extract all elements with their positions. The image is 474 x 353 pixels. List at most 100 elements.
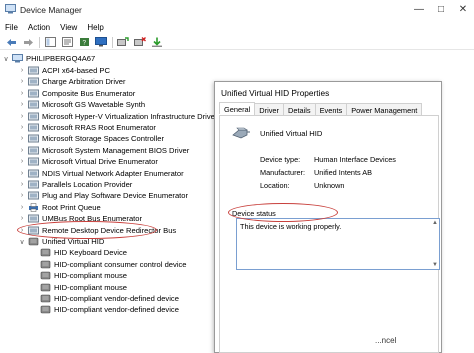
tree-item-label: Microsoft System Management BIOS Driver	[42, 145, 190, 155]
dialog-title: Unified Virtual HID Properties	[221, 88, 330, 98]
expand-chevron-icon[interactable]: ›	[18, 147, 26, 154]
update-driver-icon	[117, 37, 129, 46]
uninstall-device-button[interactable]	[133, 36, 147, 49]
toolbar: ?	[0, 35, 474, 50]
collapse-chevron-icon[interactable]: ∨	[18, 238, 26, 246]
tree-view-icon	[44, 37, 56, 47]
expand-chevron-icon[interactable]: ›	[18, 192, 26, 199]
tree-child-item[interactable]: HID Keyboard Device	[30, 247, 127, 258]
hid-device-icon	[40, 249, 51, 257]
computer-icon	[12, 54, 23, 63]
tree-item[interactable]: › Microsoft System Management BIOS Driver	[18, 145, 189, 156]
tree-child-item[interactable]: HID-compliant mouse	[30, 282, 127, 293]
update-driver-button[interactable]	[116, 36, 130, 49]
expand-chevron-icon[interactable]: ›	[18, 181, 26, 188]
hid-device-icon	[40, 294, 51, 303]
tree-item[interactable]: › Microsoft Hyper-V Virtualization Infras…	[18, 111, 218, 122]
tree-item[interactable]: › NDIS Virtual Network Adapter Enumerator	[18, 168, 184, 179]
help-button[interactable]: ?	[77, 36, 91, 49]
general-tab-panel: Unified Virtual HID Device type: Human I…	[219, 115, 440, 353]
close-button[interactable]: ✕	[452, 0, 474, 19]
tree-child-item[interactable]: HID-compliant consumer control device	[30, 259, 187, 270]
tree-item-label: HID Keyboard Device	[54, 248, 128, 258]
print-queue-icon	[29, 203, 38, 212]
device-type-value: Human Interface Devices	[314, 155, 396, 164]
tree-item[interactable]: › Microsoft RRAS Root Enumerator	[18, 122, 156, 133]
expand-chevron-icon[interactable]: ›	[18, 78, 26, 85]
help-book-icon: ?	[79, 38, 89, 47]
tree-child-item[interactable]: HID-compliant mouse	[30, 270, 127, 281]
tree-child-item[interactable]: HID-compliant vendor-defined device	[30, 293, 179, 304]
scan-hardware-button[interactable]	[94, 36, 108, 49]
tree-item[interactable]: › Microsoft Storage Spaces Controller	[18, 133, 164, 144]
expand-chevron-icon[interactable]: ›	[18, 158, 26, 165]
scroll-down-icon[interactable]: ▼	[432, 262, 438, 268]
svg-text:?: ?	[82, 40, 86, 47]
system-device-icon	[28, 100, 39, 109]
maximize-button[interactable]: □	[430, 0, 452, 19]
tree-item[interactable]: › ACPI x64-based PC	[18, 65, 110, 76]
hid-device-icon	[40, 260, 51, 269]
collapse-chevron-icon[interactable]: ∨	[2, 55, 10, 63]
tab-strip: General Driver Details Events Power Mana…	[219, 102, 423, 115]
system-device-icon	[28, 214, 39, 223]
back-arrow-icon	[6, 38, 16, 46]
tree-item[interactable]: › Charge Arbitration Driver	[18, 76, 126, 87]
tree-item[interactable]: › Microsoft Virtual Drive Enumerator	[18, 156, 158, 167]
tree-item-label: PHILIPBERGQ4A67	[26, 54, 96, 63]
tab-events[interactable]: Events	[314, 103, 348, 115]
expand-chevron-icon[interactable]: ›	[18, 170, 26, 177]
system-device-icon	[28, 180, 39, 189]
menu-file[interactable]: File	[0, 21, 23, 34]
tab-driver[interactable]: Driver	[254, 103, 285, 115]
device-status-textbox[interactable]: This device is working properly. ▲ ▼	[236, 218, 440, 270]
tree-item[interactable]: › Composite Bus Enumerator	[18, 88, 135, 99]
forward-button[interactable]	[21, 36, 35, 49]
title-bar: Device Manager — □ ✕	[0, 0, 474, 19]
manufacturer-value: Unified Intents AB	[314, 168, 373, 177]
menu-help[interactable]: Help	[82, 21, 108, 34]
system-device-icon	[28, 157, 39, 166]
tree-root-computer[interactable]: ∨ PHILIPBERGQ4A67	[2, 53, 95, 64]
system-device-icon	[28, 89, 39, 98]
expand-chevron-icon[interactable]: ›	[18, 135, 26, 142]
minimize-button[interactable]: —	[408, 0, 430, 19]
tree-item-label: Microsoft RRAS Root Enumerator	[42, 123, 156, 132]
tree-item-label: HID-compliant vendor-defined device	[54, 294, 179, 303]
tree-item[interactable]: › Root Print Queue	[18, 202, 101, 213]
device-name: Unified Virtual HID	[260, 129, 323, 138]
properties-button[interactable]	[60, 36, 74, 49]
expand-chevron-icon[interactable]: ›	[18, 101, 26, 108]
tree-item[interactable]: › Microsoft GS Wavetable Synth	[18, 99, 145, 110]
expand-chevron-icon[interactable]: ›	[18, 215, 26, 222]
tab-general[interactable]: General	[219, 102, 256, 114]
tree-item-label: Plug and Play Software Device Enumerator	[42, 191, 189, 201]
back-button[interactable]	[4, 36, 18, 49]
cancel-button-fragment[interactable]: ...ncel	[375, 336, 396, 345]
annotation-ellipse-status	[228, 203, 338, 222]
scroll-up-icon[interactable]: ▲	[432, 220, 438, 226]
disable-device-button[interactable]	[150, 36, 164, 49]
show-hide-tree-button[interactable]	[43, 36, 57, 49]
tab-power-management[interactable]: Power Management	[346, 103, 423, 115]
forward-arrow-icon	[23, 38, 33, 46]
expand-chevron-icon[interactable]: ›	[18, 67, 26, 74]
menu-view[interactable]: View	[55, 21, 82, 34]
window-title: Device Manager	[20, 5, 82, 15]
tree-child-item[interactable]: HID-compliant vendor-defined device	[30, 304, 179, 315]
expand-chevron-icon[interactable]: ›	[18, 204, 26, 211]
menu-action[interactable]: Action	[23, 21, 55, 34]
system-device-icon	[28, 66, 39, 75]
tree-item-label: NDIS Virtual Network Adapter Enumerator	[42, 168, 184, 178]
system-device-icon	[28, 146, 39, 155]
expand-chevron-icon[interactable]: ›	[18, 113, 26, 120]
hid-device-icon	[28, 237, 39, 246]
system-device-icon	[28, 134, 39, 143]
expand-chevron-icon[interactable]: ›	[18, 90, 26, 97]
tree-item[interactable]: › Plug and Play Software Device Enumerato…	[18, 190, 188, 201]
tree-item-label: Composite Bus Enumerator	[42, 88, 136, 98]
expand-chevron-icon[interactable]: ›	[18, 124, 26, 131]
annotation-ellipse-tree	[17, 221, 157, 239]
tab-details[interactable]: Details	[283, 103, 316, 115]
tree-item[interactable]: › Parallels Location Provider	[18, 179, 133, 190]
